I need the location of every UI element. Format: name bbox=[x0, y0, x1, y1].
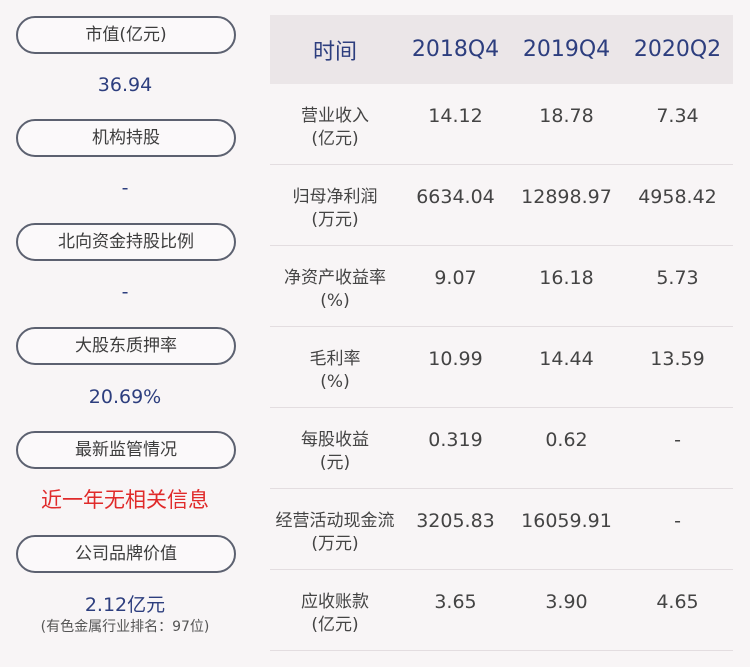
table-cell: 14.44 bbox=[539, 348, 594, 370]
row-label: 净资产收益率 (%) bbox=[284, 268, 386, 311]
table-cell: - bbox=[674, 510, 681, 532]
brand-value-value: 2.12亿元 bbox=[84, 594, 166, 616]
institutional-holding-label: 机构持股 bbox=[16, 119, 236, 157]
table-row: 经营活动现金流 (万元) 3205.83 16059.91 - bbox=[270, 489, 733, 570]
market-cap-value: 36.94 bbox=[97, 74, 153, 96]
market-cap-label: 市值(亿元) bbox=[16, 16, 236, 54]
header-col: 2020Q2 bbox=[633, 37, 722, 62]
table-cell: 0.62 bbox=[545, 429, 588, 451]
table-cell: 4.65 bbox=[656, 591, 699, 613]
header-col: 2019Q4 bbox=[522, 37, 611, 62]
table-cell: 3.65 bbox=[434, 591, 477, 613]
table-cell: 6634.04 bbox=[416, 186, 495, 208]
table-cell: - bbox=[674, 429, 681, 451]
table-cell: 16.18 bbox=[539, 267, 594, 289]
row-label: 应收账款 (亿元) bbox=[301, 592, 369, 635]
pledge-ratio-label: 大股东质押率 bbox=[16, 327, 236, 365]
row-label: 营业收入 (亿元) bbox=[301, 106, 369, 149]
table-cell: 9.07 bbox=[434, 267, 477, 289]
header-period: 时间 bbox=[312, 39, 357, 65]
table-cell: 10.99 bbox=[428, 348, 483, 370]
table-row: 净资产收益率 (%) 9.07 16.18 5.73 bbox=[270, 246, 733, 327]
row-label: 每股收益 (元) bbox=[301, 430, 369, 473]
table-row: 毛利率 (%) 10.99 14.44 13.59 bbox=[270, 327, 733, 408]
brand-rank-note: (有色金属行业排名：97位) bbox=[40, 619, 210, 635]
table-cell: 0.319 bbox=[428, 429, 483, 451]
table-cell: 14.12 bbox=[428, 105, 483, 127]
table-row: 归母净利润 (万元) 6634.04 12898.97 4958.42 bbox=[270, 165, 733, 246]
table-cell: 3.90 bbox=[545, 591, 588, 613]
table-cell: 7.34 bbox=[656, 105, 699, 127]
table-row: 每股收益 (元) 0.319 0.62 - bbox=[270, 408, 733, 489]
regulatory-status-value: 近一年无相关信息 bbox=[41, 488, 209, 512]
table-cell: 5.73 bbox=[656, 267, 699, 289]
row-label: 经营活动现金流 (万元) bbox=[275, 511, 395, 554]
row-label: 毛利率 (%) bbox=[309, 349, 361, 392]
northbound-ratio-value: - bbox=[121, 281, 129, 303]
table-cell: 12898.97 bbox=[521, 186, 612, 208]
table-header: 时间 2018Q4 2019Q4 2020Q2 bbox=[270, 15, 733, 84]
header-col: 2018Q4 bbox=[411, 37, 500, 62]
table-cell: 18.78 bbox=[539, 105, 594, 127]
financial-table: 时间 2018Q4 2019Q4 2020Q2 营业收入 (亿元) 14.12 1… bbox=[270, 15, 733, 651]
northbound-ratio-label: 北向资金持股比例 bbox=[16, 223, 236, 261]
table-cell: 16059.91 bbox=[521, 510, 612, 532]
table-cell: 13.59 bbox=[650, 348, 705, 370]
row-label: 归母净利润 (万元) bbox=[292, 187, 378, 230]
institutional-holding-value: - bbox=[121, 177, 129, 199]
brand-value-label: 公司品牌价值 bbox=[16, 535, 236, 573]
pledge-ratio-value: 20.69% bbox=[88, 386, 162, 408]
table-cell: 4958.42 bbox=[638, 186, 717, 208]
regulatory-status-label: 最新监管情况 bbox=[16, 431, 236, 469]
table-row: 应收账款 (亿元) 3.65 3.90 4.65 bbox=[270, 570, 733, 651]
table-cell: 3205.83 bbox=[416, 510, 495, 532]
table-row: 营业收入 (亿元) 14.12 18.78 7.34 bbox=[270, 84, 733, 165]
